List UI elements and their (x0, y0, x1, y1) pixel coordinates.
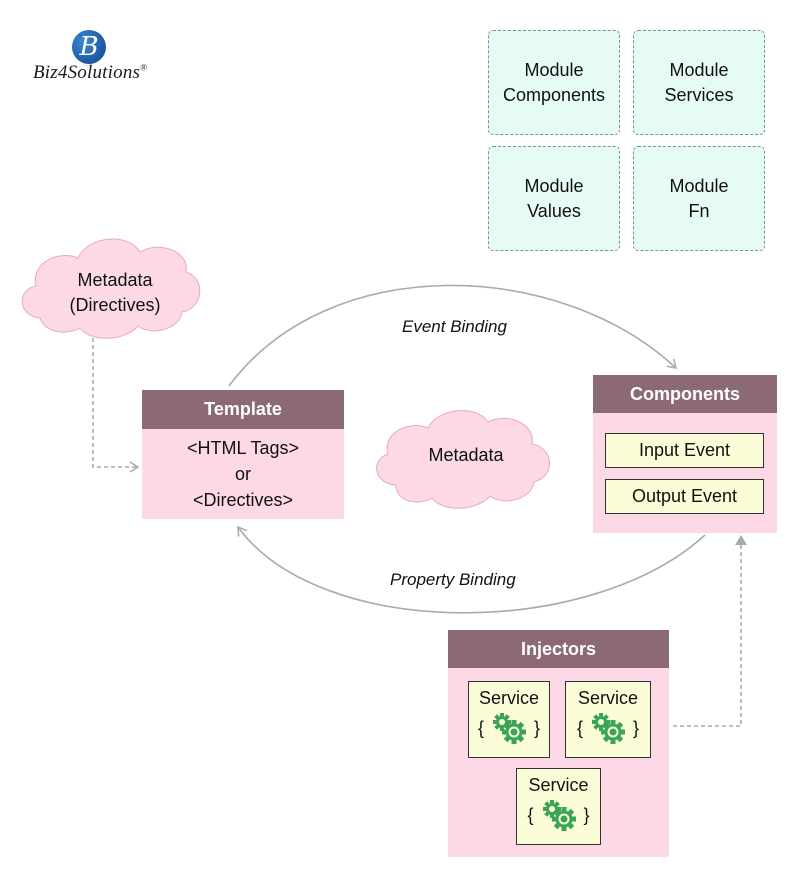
metadata-directives-label: Metadata (Directives) (69, 270, 161, 315)
input-event-box: Input Event (605, 433, 764, 468)
injectors-panel: Injectors Service { } Service {} Servic… (448, 630, 669, 857)
close-brace: } (633, 717, 640, 738)
module-services-box: Module Services (633, 30, 765, 135)
service-box: Service { } (565, 681, 651, 758)
module-line2: Values (527, 200, 581, 221)
service-label: Service (478, 688, 540, 708)
service-label: Service (577, 688, 639, 708)
close-brace: } (583, 804, 590, 825)
open-brace: { (576, 717, 583, 738)
output-event-box: Output Event (605, 479, 764, 514)
injectors-body: Service { } Service {} Service {} (448, 668, 669, 857)
injectors-to-components-connector (673, 535, 747, 727)
module-fn-box: Module Fn (633, 146, 765, 251)
module-line2: Components (502, 84, 606, 105)
components-panel: Components Input Event Output Event (593, 375, 777, 533)
module-line1: Module (669, 175, 729, 196)
open-brace: { (477, 717, 484, 738)
template-title: Template (142, 390, 344, 429)
directives-to-template-connector (92, 338, 140, 473)
template-line-html-tags: <HTML Tags> (186, 438, 300, 458)
gears-icon (493, 713, 526, 744)
template-line-directives: <Directives> (192, 490, 294, 510)
service-label: Service (528, 775, 589, 795)
module-line1: Module (524, 59, 584, 80)
template-body: <HTML Tags> or <Directives> (142, 429, 344, 519)
metadata-center-label: Metadata (428, 445, 504, 465)
module-components-box: Module Components (488, 30, 620, 135)
injectors-title: Injectors (448, 630, 669, 668)
module-values-box: Module Values (488, 146, 620, 251)
service-box: Service { } (516, 768, 601, 845)
gears-icon (592, 713, 625, 744)
components-title: Components (593, 375, 777, 413)
gears-icon (542, 800, 576, 831)
property-binding-label: Property Binding (390, 570, 516, 589)
open-brace: { (527, 804, 534, 825)
template-line-or: or (234, 464, 251, 484)
module-line1: Module (524, 175, 584, 196)
service-box: Service { } (468, 681, 550, 758)
event-binding-label: Event Binding (402, 317, 507, 336)
module-line1: Module (669, 59, 729, 80)
template-panel: Template <HTML Tags> or <Directives> (142, 390, 344, 519)
components-body: Input Event Output Event (593, 413, 777, 533)
module-line2: Fn (688, 200, 710, 221)
module-line2: Services (664, 84, 734, 105)
close-brace: } (534, 717, 541, 738)
